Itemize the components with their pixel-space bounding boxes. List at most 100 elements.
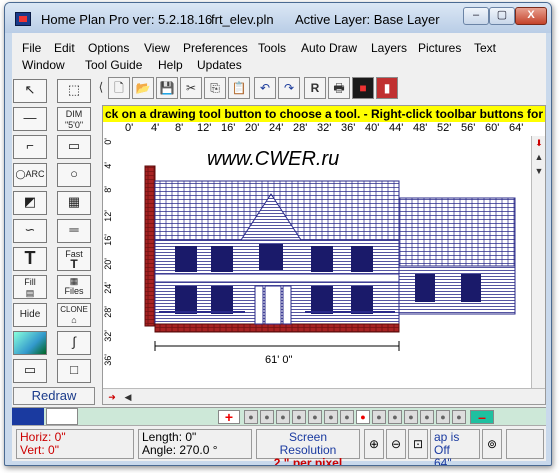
wall-tool-icon[interactable]: ⌐ (13, 135, 47, 159)
open-folder-icon[interactable]: 📂 (132, 77, 154, 99)
layer-dot[interactable]: ● (452, 410, 466, 424)
layer-dot[interactable]: ● (324, 410, 338, 424)
menu-help[interactable]: Help (158, 58, 183, 72)
horizontal-ruler: 0' 4' 8' 12' 16' 20' 24' 28' 32' 36' 40'… (113, 122, 533, 134)
line-tool-icon[interactable]: — (13, 107, 47, 131)
image-tool-icon[interactable] (13, 331, 47, 355)
ruler-h-tick: 64' (509, 122, 524, 134)
layer-dot[interactable]: ● (404, 410, 418, 424)
add-layer-icon[interactable]: + (218, 410, 240, 424)
ruler-v-tick: 28' (103, 306, 113, 318)
double-line-tool-icon[interactable]: ═ (57, 219, 91, 243)
door-tool-icon[interactable]: ◩ (13, 191, 47, 215)
redraw-button[interactable]: Redraw (13, 387, 95, 405)
circle-tool-icon[interactable]: ○ (57, 163, 91, 187)
fill-tool-icon[interactable]: Fill ▤ (13, 275, 47, 299)
menu-file[interactable]: File (22, 41, 41, 55)
arc-tool-icon[interactable]: ◯ARC (13, 163, 47, 187)
ruler-h-tick: 56' (461, 122, 476, 134)
layer-dot[interactable]: ● (260, 410, 274, 424)
scroll-down-icon[interactable]: ▼ (532, 164, 546, 178)
main-toolbar: ⟨ 🗋 📂 💾 ✂ ⎘ 📋 ↶ ↷ R 🖶 ■ ▮ (99, 77, 546, 101)
zoom-fit-icon[interactable]: ⊡ (408, 429, 428, 459)
snap-zoom-icon[interactable]: ⊚ (482, 429, 502, 459)
redo-icon[interactable]: ↷ (278, 77, 300, 99)
layer-dot[interactable]: ● (276, 410, 290, 424)
dimension-tool-icon[interactable]: DIM "5'0" (57, 107, 91, 131)
menu-text[interactable]: Text (474, 41, 496, 55)
menu-view[interactable]: View (144, 41, 170, 55)
scroll-down-red-icon[interactable]: ⬇ (532, 136, 546, 150)
menu-updates[interactable]: Updates (197, 58, 242, 72)
menu-bar: File Edit Options View Preferences Tools… (12, 37, 546, 73)
cut-icon[interactable]: ✂ (180, 77, 202, 99)
zoom-in-icon[interactable]: ⊕ (364, 429, 384, 459)
horizontal-scrollbar[interactable]: ➜ ◀ (103, 388, 545, 404)
fill-color-swatch[interactable] (46, 408, 78, 425)
ruler-h-tick: 16' (221, 122, 236, 134)
zoom-out-icon[interactable]: ⊖ (386, 429, 406, 459)
cursor-position: Horiz: 0" Vert: 0" (16, 429, 134, 459)
curve-tool-icon[interactable]: ∽ (13, 219, 47, 243)
menu-pictures[interactable]: Pictures (418, 41, 461, 55)
layer-dot[interactable]: ● (308, 410, 322, 424)
drawing-area[interactable]: ck on a drawing tool button to choose a … (102, 105, 546, 405)
new-file-icon[interactable]: 🗋 (108, 77, 130, 99)
scroll-up-icon[interactable]: ▲ (532, 150, 546, 164)
layer-dot[interactable]: ● (388, 410, 402, 424)
print-icon[interactable]: 🖶 (328, 77, 350, 99)
minimize-button[interactable]: – (463, 7, 489, 25)
clone-tool-icon[interactable]: CLONE ⌂ (57, 303, 91, 327)
client-area: File Edit Options View Preferences Tools… (12, 33, 546, 465)
files-tool-icon[interactable]: ▦ Files (57, 275, 91, 299)
help-icon[interactable]: ▮ (376, 77, 398, 99)
scroll-right-red-icon[interactable]: ➜ (105, 390, 119, 404)
layer-dot[interactable]: ● (420, 410, 434, 424)
menu-auto-draw[interactable]: Auto Draw (301, 41, 357, 55)
ruler-v-tick: 16' (103, 234, 113, 246)
app-window: Home Plan Pro ver: 5.2.18.16 frt_elev.pl… (4, 2, 552, 466)
ruler-h-tick: 8' (175, 122, 184, 134)
close-button[interactable]: X (515, 7, 547, 25)
vertical-scrollbar[interactable]: ⬇ ▲ ▼ (531, 136, 545, 391)
layer-dot[interactable]: ● (372, 410, 386, 424)
hide-tool-icon[interactable]: Hide (13, 303, 47, 327)
text-tool-icon[interactable]: T (13, 247, 47, 271)
undo-icon[interactable]: ↶ (254, 77, 276, 99)
fast-text-tool-icon[interactable]: Fast T (57, 247, 91, 271)
screen-res-title: Screen Resolution (279, 430, 337, 457)
line-color-swatch[interactable] (12, 408, 44, 425)
layer-dot[interactable]: ● (292, 410, 306, 424)
layer-dot[interactable]: ● (340, 410, 354, 424)
frame-icon[interactable]: ⟨ (96, 77, 106, 99)
arrow-select-icon[interactable]: ↖ (13, 79, 47, 103)
copy-icon[interactable]: ⎘ (204, 77, 226, 99)
menu-layers[interactable]: Layers (371, 41, 407, 55)
menu-tool-guide[interactable]: Tool Guide (85, 58, 142, 72)
layer-dot[interactable]: ● (436, 410, 450, 424)
window-tool-icon[interactable]: ▦ (57, 191, 91, 215)
menu-tools[interactable]: Tools (258, 41, 286, 55)
scroll-left-icon[interactable]: ◀ (121, 390, 135, 404)
menu-options[interactable]: Options (88, 41, 129, 55)
menu-window[interactable]: Window (22, 58, 65, 72)
freehand-tool-icon[interactable]: ∫ (57, 331, 91, 355)
print-preview-icon[interactable]: R (304, 77, 326, 99)
menu-edit[interactable]: Edit (54, 41, 75, 55)
clone-tool-label: CLONE (60, 305, 88, 314)
active-layer-dot[interactable]: ● (356, 410, 370, 424)
square-tool-icon[interactable]: □ (57, 359, 91, 383)
color-picker-icon[interactable]: ■ (352, 77, 374, 99)
remove-layer-icon[interactable]: – (470, 410, 494, 424)
layer-bar: + ● ● ● ● ● ● ● ● ● ● ● ● ● ● – (12, 407, 546, 425)
maximize-button[interactable]: ▢ (489, 7, 515, 25)
box-select-icon[interactable]: ⬚ (57, 79, 91, 103)
layer-dot[interactable]: ● (244, 410, 258, 424)
ruler-h-tick: 28' (293, 122, 308, 134)
rectangle-tool-icon[interactable]: ▭ (57, 135, 91, 159)
save-icon[interactable]: 💾 (156, 77, 178, 99)
drawing-canvas[interactable]: www.CWER.ru 61' 0" (115, 136, 531, 386)
plain-rect-tool-icon[interactable]: ▭ (13, 359, 47, 383)
paste-icon[interactable]: 📋 (228, 77, 250, 99)
menu-preferences[interactable]: Preferences (183, 41, 248, 55)
